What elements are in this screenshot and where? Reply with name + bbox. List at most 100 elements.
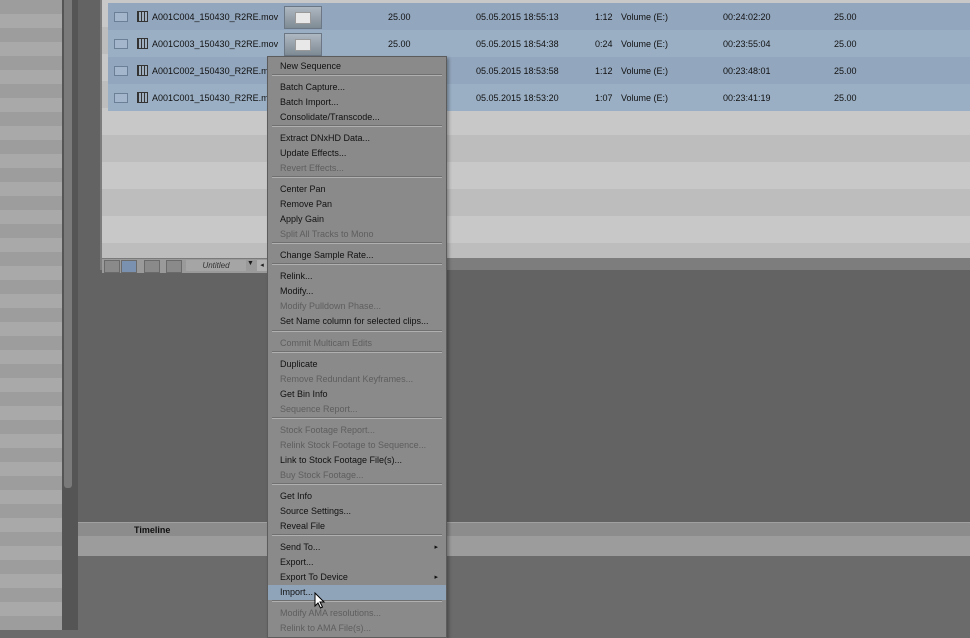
clip-rate: 25.00	[834, 93, 857, 103]
clip-volume: Volume (E:)	[621, 39, 669, 49]
menu-item-label: Export...	[280, 557, 314, 567]
clip-timecode: 00:23:48:01	[723, 66, 771, 76]
menu-separator	[272, 74, 442, 76]
menu-item-export-to-device[interactable]: Export To Device ▸	[268, 570, 446, 585]
menu-item-set-name-column-for-selected-clips[interactable]: Set Name column for selected clips...	[268, 314, 446, 329]
menu-item-sequence-report[interactable]: Sequence Report...	[268, 402, 446, 417]
menu-item-duplicate[interactable]: Duplicate	[268, 357, 446, 372]
clip-thumbnail	[284, 33, 322, 56]
timeline-area	[78, 556, 970, 630]
bin-view-name[interactable]: Untitled	[186, 260, 246, 271]
menu-item-apply-gain[interactable]: Apply Gain	[268, 212, 446, 227]
menu-item-relink-to-ama-file-s[interactable]: Relink to AMA File(s)...	[268, 621, 446, 636]
menu-item-update-effects[interactable]: Update Effects...	[268, 146, 446, 161]
text-view-button[interactable]	[121, 260, 137, 273]
menu-item-relink[interactable]: Relink...	[268, 269, 446, 284]
menu-item-modify[interactable]: Modify...	[268, 284, 446, 299]
menu-item-link-to-stock-footage-file-s[interactable]: Link to Stock Footage File(s)...	[268, 453, 446, 468]
menu-item-label: Revert Effects...	[280, 163, 344, 173]
menu-item-split-all-tracks-to-mono[interactable]: Split All Tracks to Mono	[268, 227, 446, 242]
menu-item-label: Duplicate	[280, 359, 318, 369]
table-row[interactable]: A001C001_150430_R2RE.mov 25.00 05.05.2015 …	[108, 84, 970, 111]
row-checkbox[interactable]	[114, 93, 128, 103]
menu-item-label: Relink to AMA File(s)...	[280, 623, 372, 633]
clip-icon	[137, 92, 148, 103]
brief-view-button[interactable]	[104, 260, 120, 273]
menu-item-export[interactable]: Export...	[268, 555, 446, 570]
menu-item-get-bin-info[interactable]: Get Bin Info	[268, 387, 446, 402]
menu-item-label: Update Effects...	[280, 148, 347, 158]
menu-item-label: Center Pan	[280, 184, 326, 194]
clip-rate: 25.00	[834, 39, 857, 49]
menu-item-batch-import[interactable]: Batch Import...	[268, 95, 446, 110]
menu-item-label: Source Settings...	[280, 506, 352, 516]
menu-separator	[272, 176, 442, 178]
row-checkbox[interactable]	[114, 66, 128, 76]
menu-item-extract-dnxhd-data[interactable]: Extract DNxHD Data...	[268, 131, 446, 146]
clip-timecode: 00:23:55:04	[723, 39, 771, 49]
menu-separator	[272, 330, 442, 332]
clip-icon	[137, 11, 148, 22]
menu-item-label: Import...	[280, 587, 314, 597]
submenu-arrow-icon: ▸	[434, 574, 438, 581]
menu-item-remove-pan[interactable]: Remove Pan	[268, 197, 446, 212]
left-scrollbar[interactable]	[64, 0, 72, 488]
menu-item-revert-effects[interactable]: Revert Effects...	[268, 161, 446, 176]
clip-rate: 25.00	[834, 12, 857, 22]
menu-item-label: Change Sample Rate...	[280, 250, 374, 260]
menu-item-label: Relink Stock Footage to Sequence...	[280, 440, 427, 450]
context-menu: New Sequence Batch Capture... Batch Import…	[267, 56, 447, 638]
menu-item-buy-stock-footage[interactable]: Buy Stock Footage...	[268, 468, 446, 483]
menu-item-label: Modify Pulldown Phase...	[280, 301, 382, 311]
menu-item-change-sample-rate[interactable]: Change Sample Rate...	[268, 248, 446, 263]
menu-item-label: Consolidate/Transcode...	[280, 112, 380, 122]
menu-item-center-pan[interactable]: Center Pan	[268, 182, 446, 197]
menu-item-remove-redundant-keyframes[interactable]: Remove Redundant Keyframes...	[268, 372, 446, 387]
row-checkbox[interactable]	[114, 39, 128, 49]
menu-item-label: Split All Tracks to Mono	[280, 229, 374, 239]
menu-item-modify-pulldown-phase[interactable]: Modify Pulldown Phase...	[268, 299, 446, 314]
menu-item-send-to[interactable]: Send To... ▸	[268, 540, 446, 555]
menu-separator	[272, 417, 442, 419]
scroll-left-icon[interactable]: ◂	[257, 260, 267, 271]
script-view-button[interactable]	[166, 260, 182, 273]
table-row[interactable]: A001C003_150430_R2RE.mov 25.00 05.05.2015 …	[108, 30, 970, 57]
menu-item-import[interactable]: Import...	[268, 585, 446, 600]
menu-item-source-settings[interactable]: Source Settings...	[268, 504, 446, 519]
menu-separator	[272, 351, 442, 353]
clip-volume: Volume (E:)	[621, 66, 669, 76]
menu-item-label: Link to Stock Footage File(s)...	[280, 455, 403, 465]
menu-item-commit-multicam-edits[interactable]: Commit Multicam Edits	[268, 336, 446, 351]
table-row[interactable]: A001C004_150430_R2RE.mov 25.00 05.05.2015 …	[108, 3, 970, 30]
menu-item-relink-stock-footage-to-sequence[interactable]: Relink Stock Footage to Sequence...	[268, 438, 446, 453]
clip-duration: 1:12	[595, 12, 613, 22]
menu-item-batch-capture[interactable]: Batch Capture...	[268, 80, 446, 95]
view-dropdown-icon[interactable]: ▼	[247, 260, 254, 267]
table-row[interactable]: A001C002_150430_R2RE.mov 25.00 05.05.2015 …	[108, 57, 970, 84]
menu-item-label: Get Bin Info	[280, 389, 328, 399]
clip-volume: Volume (E:)	[621, 12, 669, 22]
clip-date: 05.05.2015 18:54:38	[476, 39, 559, 49]
clip-rate: 25.00	[834, 66, 857, 76]
menu-item-label: Batch Import...	[280, 97, 339, 107]
menu-item-reveal-file[interactable]: Reveal File	[268, 519, 446, 534]
menu-item-modify-ama-resolutions[interactable]: Modify AMA resolutions...	[268, 606, 446, 621]
menu-item-label: Modify...	[280, 286, 314, 296]
menu-item-new-sequence[interactable]: New Sequence	[268, 59, 446, 74]
left-panel	[0, 0, 62, 630]
clip-duration: 0:24	[595, 39, 613, 49]
clip-fps: 25.00	[388, 12, 411, 22]
row-checkbox[interactable]	[114, 12, 128, 22]
menu-item-label: New Sequence	[280, 61, 342, 71]
menu-item-get-info[interactable]: Get Info	[268, 489, 446, 504]
submenu-arrow-icon: ▸	[434, 544, 438, 551]
menu-item-label: Export To Device	[280, 572, 348, 582]
menu-item-label: Relink...	[280, 271, 313, 281]
menu-separator	[272, 534, 442, 536]
menu-item-stock-footage-report[interactable]: Stock Footage Report...	[268, 423, 446, 438]
mouse-cursor-icon	[314, 592, 326, 609]
timeline-title-bar: Timeline	[78, 522, 970, 537]
frame-view-button[interactable]	[144, 260, 160, 273]
menu-item-label: Extract DNxHD Data...	[280, 133, 371, 143]
menu-item-consolidate-transcode[interactable]: Consolidate/Transcode...	[268, 110, 446, 125]
